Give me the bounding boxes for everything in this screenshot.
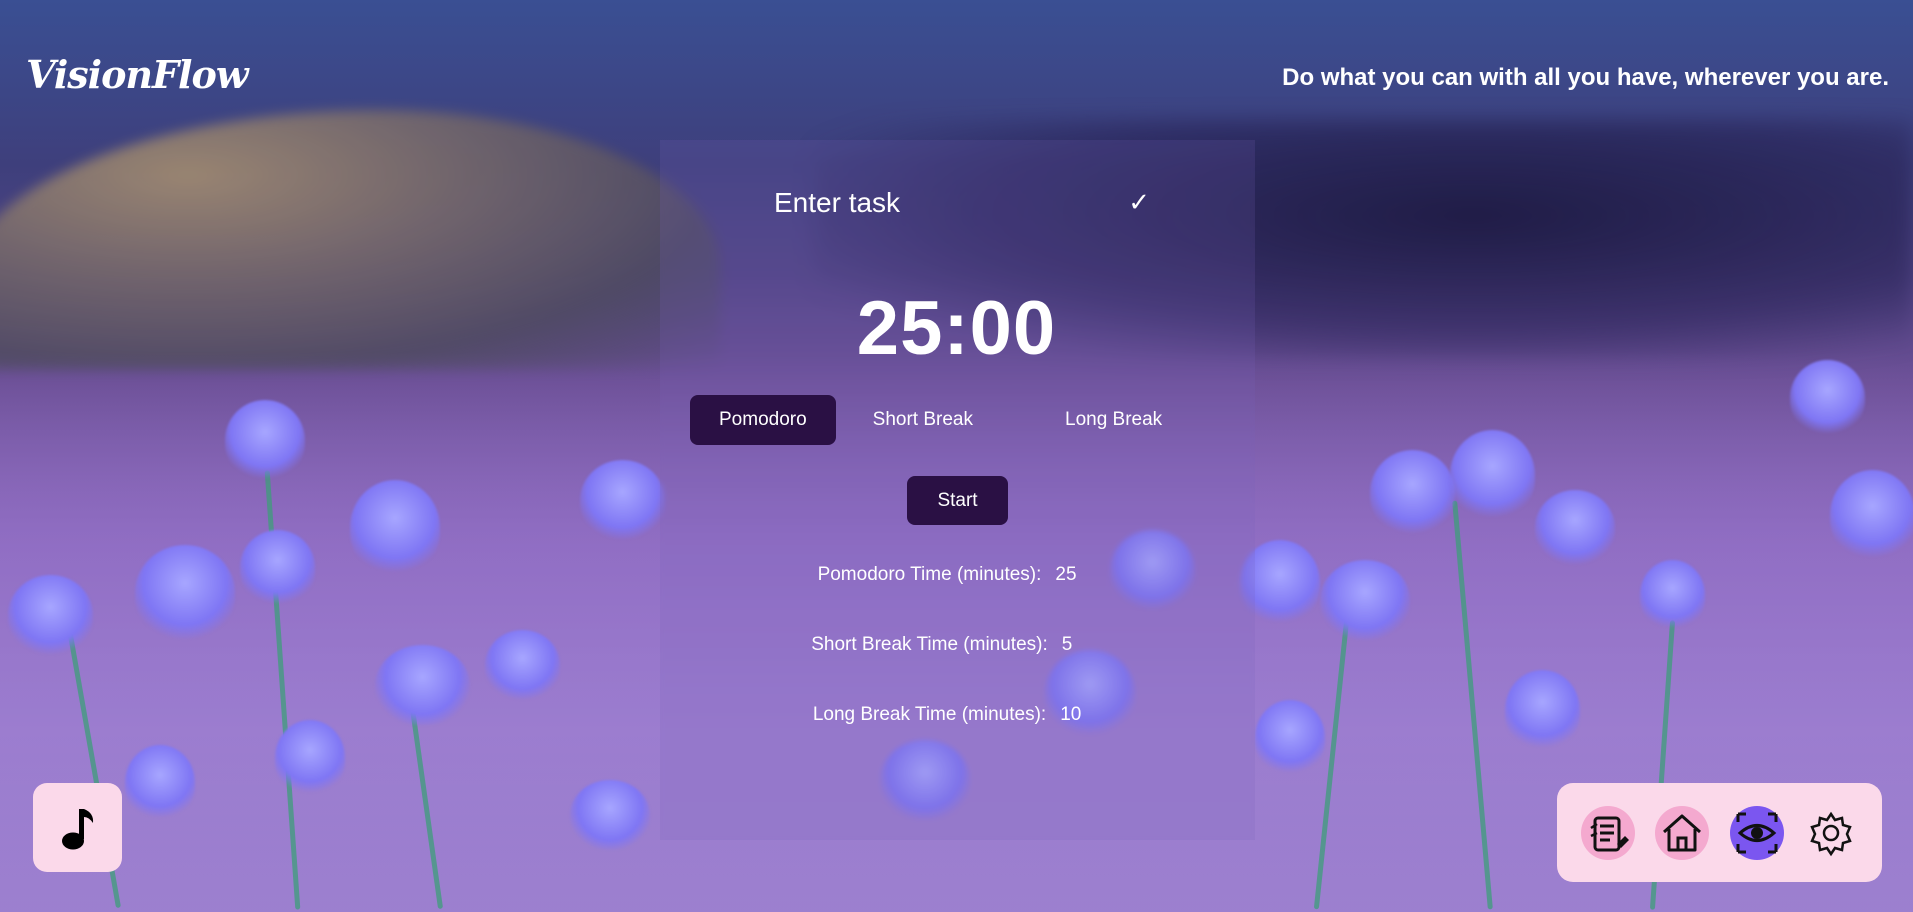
gear-icon xyxy=(1810,811,1852,856)
checkmark-icon[interactable]: ✓ xyxy=(1128,188,1172,218)
mode-selector: Pomodoro Short Break Long Break xyxy=(690,395,1191,445)
music-note-icon xyxy=(61,808,93,849)
task-entry: ✓ xyxy=(772,180,1172,226)
short-break-time-value[interactable]: 5 xyxy=(1062,634,1102,656)
motivational-quote: Do what you can with all you have, where… xyxy=(1282,64,1889,91)
task-input[interactable] xyxy=(772,186,1096,220)
home-icon xyxy=(1663,814,1702,851)
app-logo: VisionFlow xyxy=(26,52,249,97)
background-scene xyxy=(0,0,1913,912)
setting-label: Pomodoro Time (minutes): xyxy=(817,564,1042,585)
mode-short-break-button[interactable]: Short Break xyxy=(844,395,1002,445)
start-button[interactable]: Start xyxy=(907,476,1008,525)
mode-long-break-button[interactable]: Long Break xyxy=(1036,395,1191,445)
setting-pomodoro-time: Pomodoro Time (minutes): 25 xyxy=(0,564,1913,586)
bottom-dock xyxy=(1557,783,1882,882)
mode-pomodoro-button[interactable]: Pomodoro xyxy=(690,395,836,445)
setting-label: Long Break Time (minutes): xyxy=(812,704,1047,725)
settings-button[interactable] xyxy=(1804,806,1858,860)
eye-icon xyxy=(1736,812,1778,853)
notes-icon xyxy=(1590,816,1630,851)
timer-display: 25:00 xyxy=(856,286,1057,371)
notes-button[interactable] xyxy=(1581,805,1636,860)
home-button[interactable] xyxy=(1655,805,1710,860)
focus-view-button[interactable] xyxy=(1729,805,1784,860)
long-break-time-value[interactable]: 10 xyxy=(1060,704,1100,726)
setting-label: Short Break Time (minutes): xyxy=(811,634,1048,655)
pomodoro-time-value[interactable]: 25 xyxy=(1055,564,1095,586)
setting-short-break-time: Short Break Time (minutes): 5 xyxy=(0,634,1913,656)
music-button[interactable] xyxy=(33,783,122,872)
setting-long-break-time: Long Break Time (minutes): 10 xyxy=(0,704,1913,726)
